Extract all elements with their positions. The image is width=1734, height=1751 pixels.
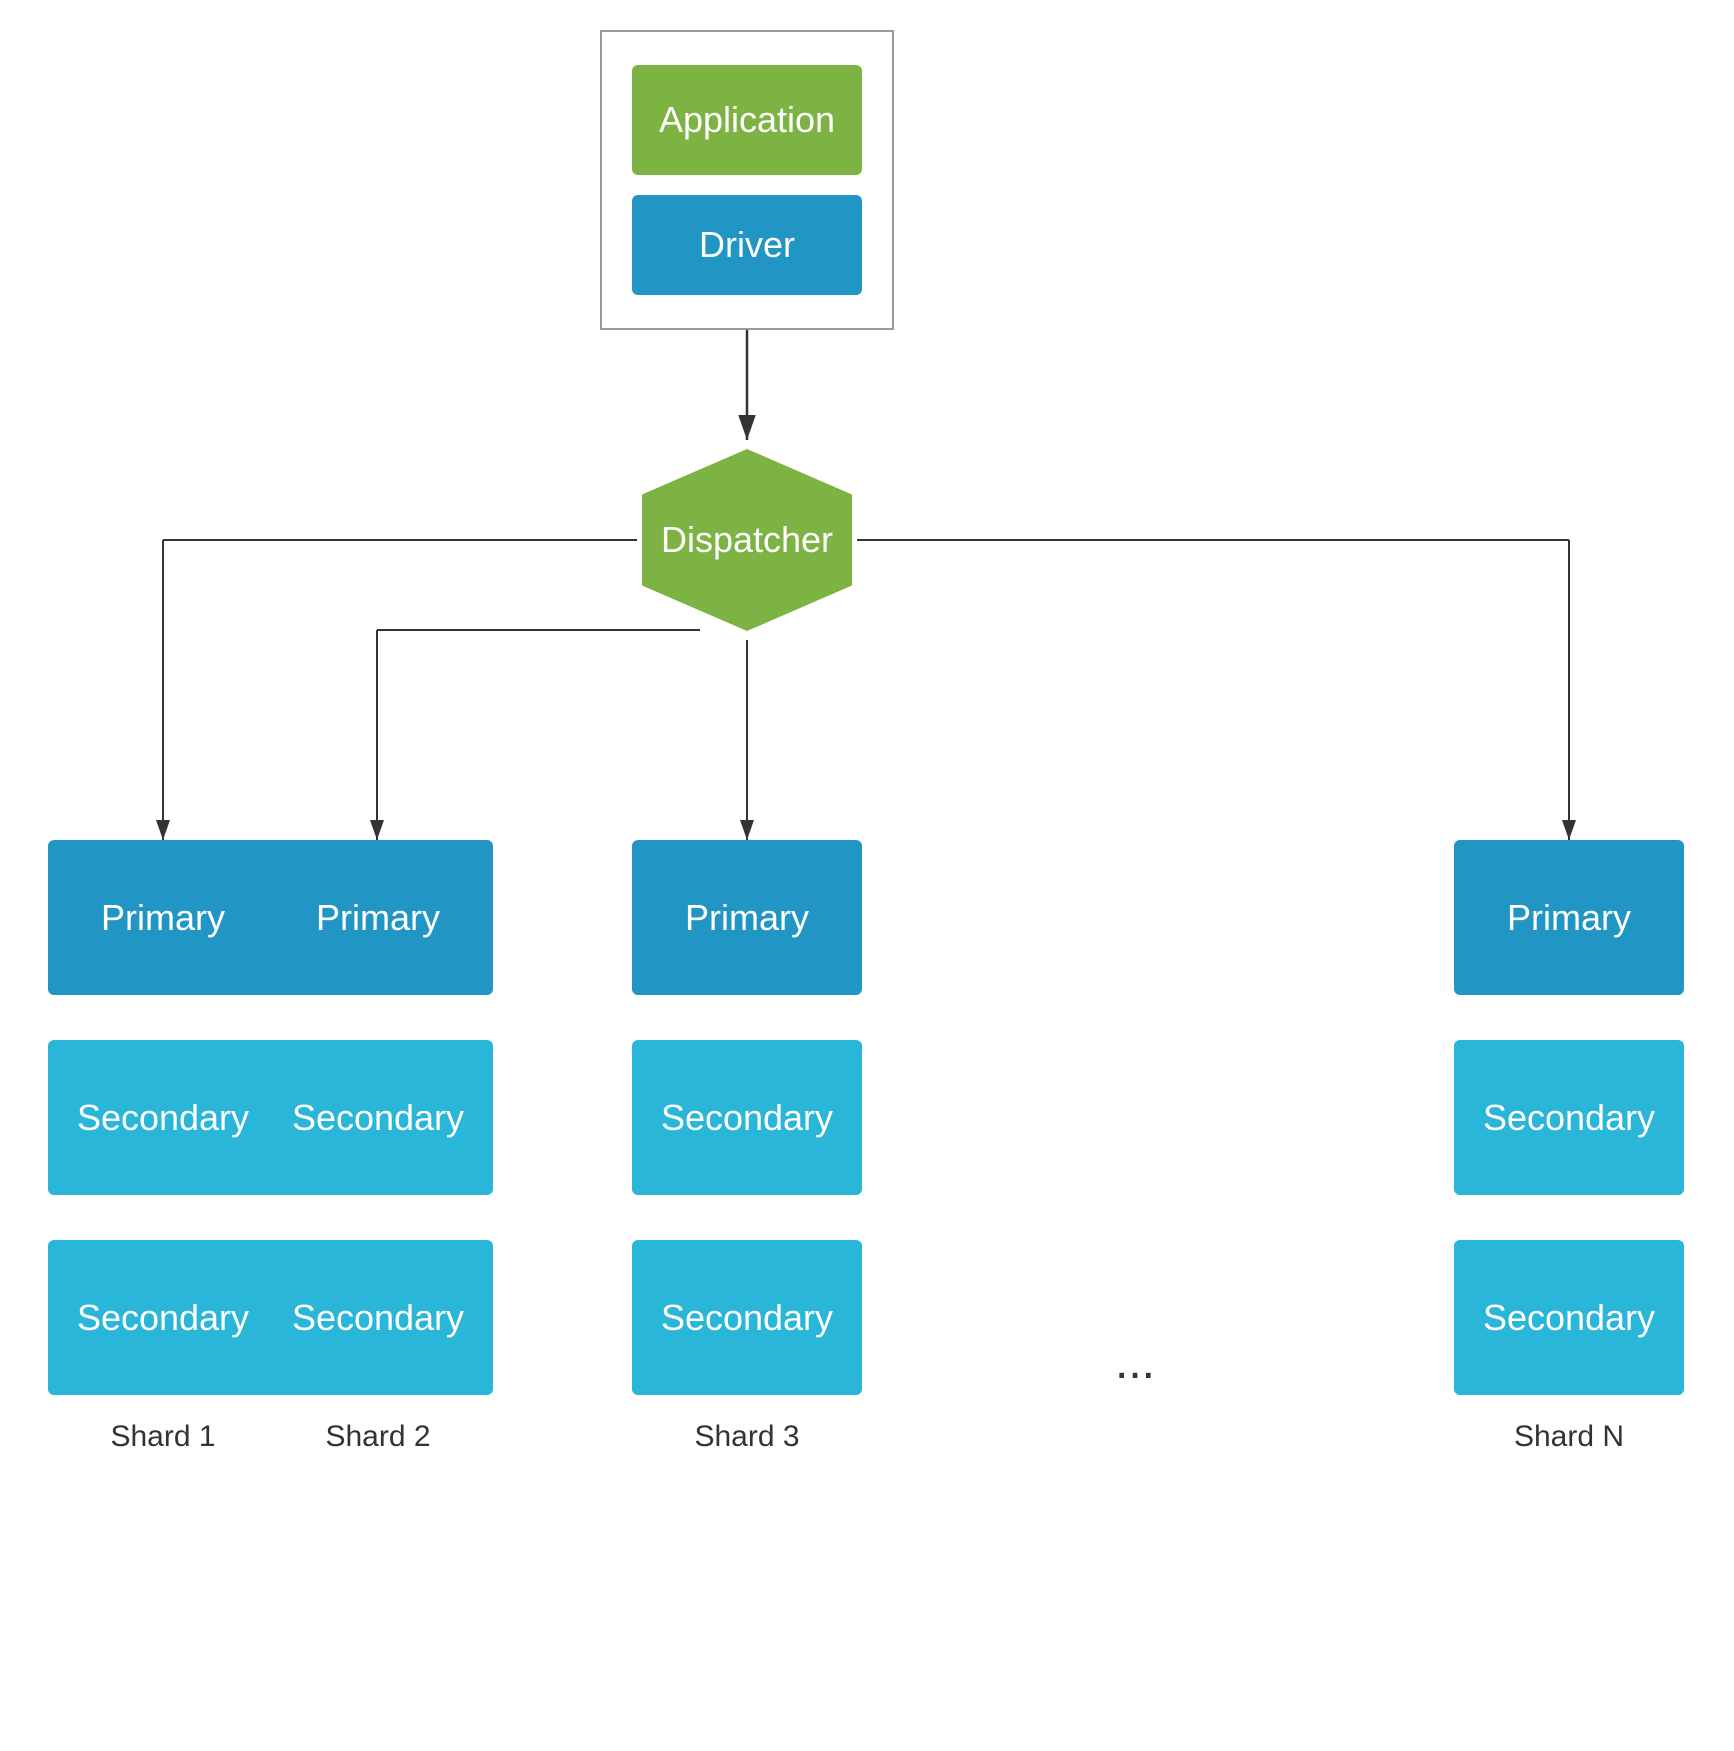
- shard3-secondary2: Secondary: [632, 1240, 862, 1395]
- shard3-primary: Primary: [632, 840, 862, 995]
- dispatcher-label: Dispatcher: [661, 519, 833, 561]
- shard1-secondary2: Secondary: [48, 1240, 278, 1395]
- dispatcher-hexagon: Dispatcher: [642, 449, 852, 631]
- shard1-secondary1-label: Secondary: [77, 1097, 249, 1139]
- driver-box: Driver: [632, 195, 862, 295]
- shardN-secondary1: Secondary: [1454, 1040, 1684, 1195]
- shard1-label: Shard 1: [48, 1420, 278, 1454]
- shardN-secondary2-label: Secondary: [1483, 1297, 1655, 1339]
- shard3-secondary2-label: Secondary: [661, 1297, 833, 1339]
- diagram: Application Driver Dispatcher Primary Se…: [0, 0, 1734, 1751]
- shardN-label: Shard N: [1454, 1420, 1684, 1454]
- shard1-secondary2-label: Secondary: [77, 1297, 249, 1339]
- ellipsis: ...: [1060, 1335, 1210, 1390]
- shard2-primary-label: Primary: [316, 897, 440, 939]
- shardN-primary-label: Primary: [1507, 897, 1631, 939]
- shard2-primary: Primary: [263, 840, 493, 995]
- shard2-secondary1-label: Secondary: [292, 1097, 464, 1139]
- shard1-primary-label: Primary: [101, 897, 225, 939]
- application-label: Application: [659, 99, 835, 141]
- shard3-secondary1: Secondary: [632, 1040, 862, 1195]
- shardN-secondary1-label: Secondary: [1483, 1097, 1655, 1139]
- driver-label: Driver: [699, 224, 795, 266]
- shardN-secondary2: Secondary: [1454, 1240, 1684, 1395]
- app-driver-container: Application Driver: [600, 30, 894, 330]
- shard1-secondary1: Secondary: [48, 1040, 278, 1195]
- shard2-secondary1: Secondary: [263, 1040, 493, 1195]
- shard3-primary-label: Primary: [685, 897, 809, 939]
- shardN-primary: Primary: [1454, 840, 1684, 995]
- application-box: Application: [632, 65, 862, 175]
- shard1-primary: Primary: [48, 840, 278, 995]
- shard3-secondary1-label: Secondary: [661, 1097, 833, 1139]
- dispatcher-container: Dispatcher: [632, 440, 862, 640]
- shard3-label: Shard 3: [632, 1420, 862, 1454]
- shard2-label: Shard 2: [263, 1420, 493, 1454]
- shard2-secondary2-label: Secondary: [292, 1297, 464, 1339]
- shard2-secondary2: Secondary: [263, 1240, 493, 1395]
